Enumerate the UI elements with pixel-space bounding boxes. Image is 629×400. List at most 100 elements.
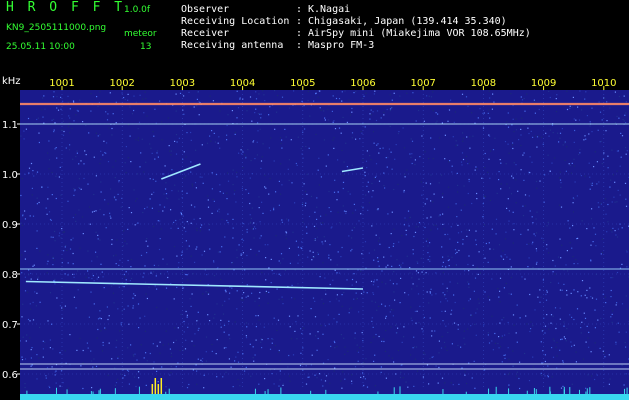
- noise-pixel: [26, 334, 28, 336]
- noise-pixel: [213, 317, 215, 319]
- noise-pixel: [183, 113, 185, 115]
- noise-pixel: [213, 200, 215, 202]
- noise-pixel: [605, 213, 607, 215]
- noise-pixel: [626, 308, 628, 310]
- noise-pixel: [207, 314, 209, 316]
- noise-pixel: [573, 344, 575, 346]
- noise-pixel: [393, 228, 395, 230]
- noise-pixel: [457, 224, 459, 226]
- noise-pixel: [259, 221, 261, 223]
- noise-pixel: [560, 338, 562, 341]
- noise-pixel: [552, 132, 554, 134]
- noise-pixel: [559, 349, 561, 351]
- noise-pixel: [371, 320, 373, 322]
- noise-pixel: [527, 229, 529, 231]
- noise-pixel: [140, 254, 143, 256]
- noise-pixel: [242, 151, 244, 153]
- noise-pixel: [441, 336, 443, 338]
- noise-pixel: [590, 296, 592, 298]
- noise-pixel: [308, 215, 311, 218]
- noise-pixel: [127, 124, 130, 126]
- noise-pixel: [217, 142, 219, 144]
- noise-pixel: [520, 96, 522, 98]
- noise-pixel: [128, 207, 130, 209]
- noise-pixel: [508, 152, 510, 154]
- noise-pixel: [216, 303, 218, 305]
- noise-pixel: [183, 95, 185, 97]
- noise-pixel: [201, 176, 203, 178]
- noise-pixel: [572, 211, 575, 213]
- noise-pixel: [223, 324, 226, 326]
- noise-pixel: [556, 94, 558, 96]
- noise-pixel: [307, 90, 309, 93]
- noise-pixel: [190, 204, 193, 206]
- noise-pixel: [31, 187, 33, 189]
- noise-pixel: [200, 359, 202, 361]
- noise-pixel: [289, 380, 291, 382]
- noise-pixel: [375, 119, 378, 122]
- noise-pixel: [473, 360, 475, 362]
- noise-pixel: [607, 167, 609, 169]
- noise-pixel: [143, 112, 145, 114]
- noise-pixel: [426, 217, 428, 219]
- noise-pixel: [36, 247, 38, 249]
- noise-pixel: [553, 340, 555, 342]
- noise-pixel: [268, 193, 270, 195]
- noise-pixel: [334, 367, 336, 369]
- noise-pixel: [439, 214, 441, 216]
- noise-pixel: [557, 282, 560, 284]
- y-tick-label: 0.6: [2, 370, 18, 381]
- noise-pixel: [589, 188, 591, 190]
- noise-pixel: [174, 327, 176, 329]
- noise-pixel: [253, 222, 255, 224]
- noise-pixel: [563, 336, 565, 338]
- noise-pixel: [419, 305, 421, 307]
- noise-pixel: [378, 237, 380, 239]
- noise-pixel: [115, 101, 117, 103]
- noise-pixel: [278, 273, 280, 275]
- noise-pixel: [600, 140, 602, 142]
- noise-pixel: [540, 136, 543, 138]
- noise-pixel: [96, 278, 98, 280]
- noise-pixel: [316, 197, 318, 199]
- noise-pixel: [509, 258, 511, 260]
- x-tick-label: 1006: [350, 78, 375, 89]
- noise-pixel: [97, 135, 99, 137]
- noise-pixel: [320, 176, 322, 178]
- noise-pixel: [100, 150, 102, 152]
- noise-pixel: [309, 115, 311, 117]
- header-panel: H R O F F T 1.0.0f KN9_2505111000.png me…: [0, 0, 629, 76]
- noise-pixel: [333, 137, 335, 139]
- noise-pixel: [378, 180, 381, 182]
- noise-pixel: [386, 108, 388, 111]
- noise-pixel: [388, 305, 391, 307]
- noise-pixel: [559, 137, 561, 139]
- spectrogram-chart: 1001 1002 1003 1004 1005 1006 1007 1008 1009 1010…: [0, 76, 629, 400]
- noise-pixel: [598, 181, 600, 183]
- noise-pixel: [496, 192, 498, 194]
- noise-pixel: [115, 254, 117, 256]
- noise-pixel: [566, 146, 568, 148]
- noise-pixel: [321, 298, 323, 300]
- noise-pixel: [89, 223, 91, 225]
- noise-pixel: [416, 261, 418, 263]
- noise-pixel: [54, 374, 56, 376]
- noise-pixel: [400, 371, 402, 373]
- noise-pixel: [596, 183, 598, 185]
- noise-pixel: [573, 141, 575, 143]
- noise-pixel: [245, 335, 247, 337]
- noise-pixel: [554, 265, 556, 267]
- noise-pixel: [577, 237, 579, 239]
- noise-pixel: [48, 385, 50, 387]
- noise-pixel: [412, 92, 414, 94]
- noise-pixel: [583, 139, 585, 141]
- noise-pixel: [133, 189, 135, 191]
- noise-pixel: [100, 318, 102, 320]
- noise-pixel: [259, 237, 261, 239]
- noise-pixel: [342, 116, 344, 118]
- noise-pixel: [600, 253, 602, 255]
- noise-pixel: [393, 243, 395, 245]
- noise-pixel: [313, 256, 315, 258]
- noise-pixel: [441, 377, 444, 379]
- noise-pixel: [403, 191, 405, 193]
